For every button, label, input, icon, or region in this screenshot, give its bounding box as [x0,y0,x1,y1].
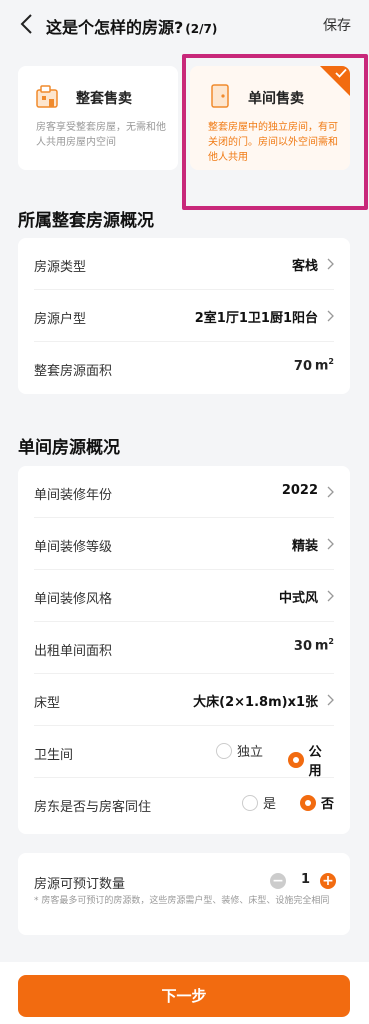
increment-button[interactable]: + [320,873,336,889]
section-room-title: 单间房源概况 [18,438,120,458]
row-bathroom: 卫生间 独立 公用 [34,726,334,779]
whole-overview-card: 房源类型 客栈 房源户型 2室1厅1卫1厨1阳台 整套房源面积 70 m2 [18,238,350,394]
row-bed-type[interactable]: 床型 大床(2×1.8m)x1张 [34,674,334,726]
row-value: 中式风 [278,591,318,606]
area-unit: m2 [315,357,334,373]
radio-button-selected[interactable] [288,752,304,768]
option-whole-sale[interactable]: 整套售卖 房客享受整套房屋，无需和他人共用房屋内空间 [18,66,178,170]
row-label: 出租单间面积 [34,644,113,659]
row-room-area[interactable]: 出租单间面积 30 m2 [34,622,334,674]
chevron-right-icon [327,590,334,602]
booking-count-label: 房源可预订数量 [34,877,126,892]
radio-label: 公用 [308,745,322,779]
row-label: 房东是否与房客同住 [34,800,152,815]
row-label: 房源户型 [34,312,87,327]
row-label: 单间装修风格 [34,592,113,607]
next-button[interactable]: 下一步 [18,975,350,1017]
radio-label: 否 [321,797,335,812]
chevron-right-icon [327,694,334,706]
chevron-right-icon [327,538,334,550]
area-value: 30 [293,639,312,654]
save-button[interactable]: 保存 [323,15,351,35]
chevron-right-icon [327,486,334,498]
room-overview-card: 单间装修年份 2022 单间装修等级 精装 单间装修风格 中式风 出租单间面积 … [18,466,350,834]
section-whole-title: 所属整套房源概况 [18,211,154,231]
cohabit-yes-option[interactable]: 是 [242,793,276,812]
booking-count-value: 1 [300,872,310,887]
area-value: 70 [293,359,312,374]
row-cohabit: 房东是否与房客同住 是 否 [34,778,334,830]
row-value: 大床(2×1.8m)x1张 [193,695,318,710]
cohabit-no-option[interactable]: 否 [300,793,334,812]
row-label: 单间装修年份 [34,488,113,503]
house-icon [36,85,58,108]
radio-button[interactable] [242,794,258,811]
booking-count-note: * 房客最多可预订的房源数，这些房源需户型、装修、床型、设施完全相同 [34,896,330,906]
area-unit-sup: 2 [328,357,334,366]
row-label: 单间装修等级 [34,540,113,555]
row-label: 床型 [34,696,61,711]
page-title-text: 这是个怎样的房源? [46,18,184,37]
radio-button-selected[interactable] [300,794,316,811]
row-label: 整套房源面积 [34,364,113,379]
area-unit-base: m [314,358,329,374]
row-decor-grade[interactable]: 单间装修等级 精装 [34,518,334,570]
chevron-right-icon [327,258,334,270]
area-unit-base: m [314,638,329,654]
booking-count-card: 房源可预订数量 − 1 + * 房客最多可预订的房源数，这些房源需户型、装修、床… [18,853,350,935]
row-value: 2室1厅1卫1厨1阳台 [194,311,318,326]
row-property-type[interactable]: 房源类型 客栈 [34,238,334,290]
area-unit-sup: 2 [328,637,334,646]
chevron-right-icon [327,310,334,322]
area-unit: m2 [315,637,334,653]
radio-label: 是 [263,797,277,812]
bathroom-private-option[interactable]: 独立 [216,741,263,760]
option-whole-desc: 房客享受整套房屋，无需和他人共用房屋内空间 [36,122,166,148]
row-whole-area[interactable]: 整套房源面积 70 m2 [34,342,334,394]
bathroom-shared-option[interactable]: 公用 [288,741,334,779]
row-value: 客栈 [291,259,318,274]
row-decor-style[interactable]: 单间装修风格 中式风 [34,570,334,622]
top-bar: 这是个怎样的房源? (2/7) 保存 [0,0,369,48]
decrement-button[interactable]: − [270,873,286,889]
step-indicator: (2/7) [185,22,218,36]
row-layout[interactable]: 房源户型 2室1厅1卫1厨1阳台 [34,290,334,342]
row-decor-year[interactable]: 单间装修年份 2022 [34,466,334,518]
option-whole-title: 整套售卖 [76,91,132,107]
row-label: 房源类型 [34,260,87,275]
row-value: 2022 [281,483,318,498]
row-label: 卫生间 [34,748,74,763]
radio-label: 独立 [237,745,264,760]
annotation-highlight-box [182,54,368,210]
row-value: 精装 [291,539,318,554]
radio-button[interactable] [216,742,232,759]
back-arrow-icon[interactable] [18,12,38,36]
page-title: 这是个怎样的房源? (2/7) [46,14,217,38]
